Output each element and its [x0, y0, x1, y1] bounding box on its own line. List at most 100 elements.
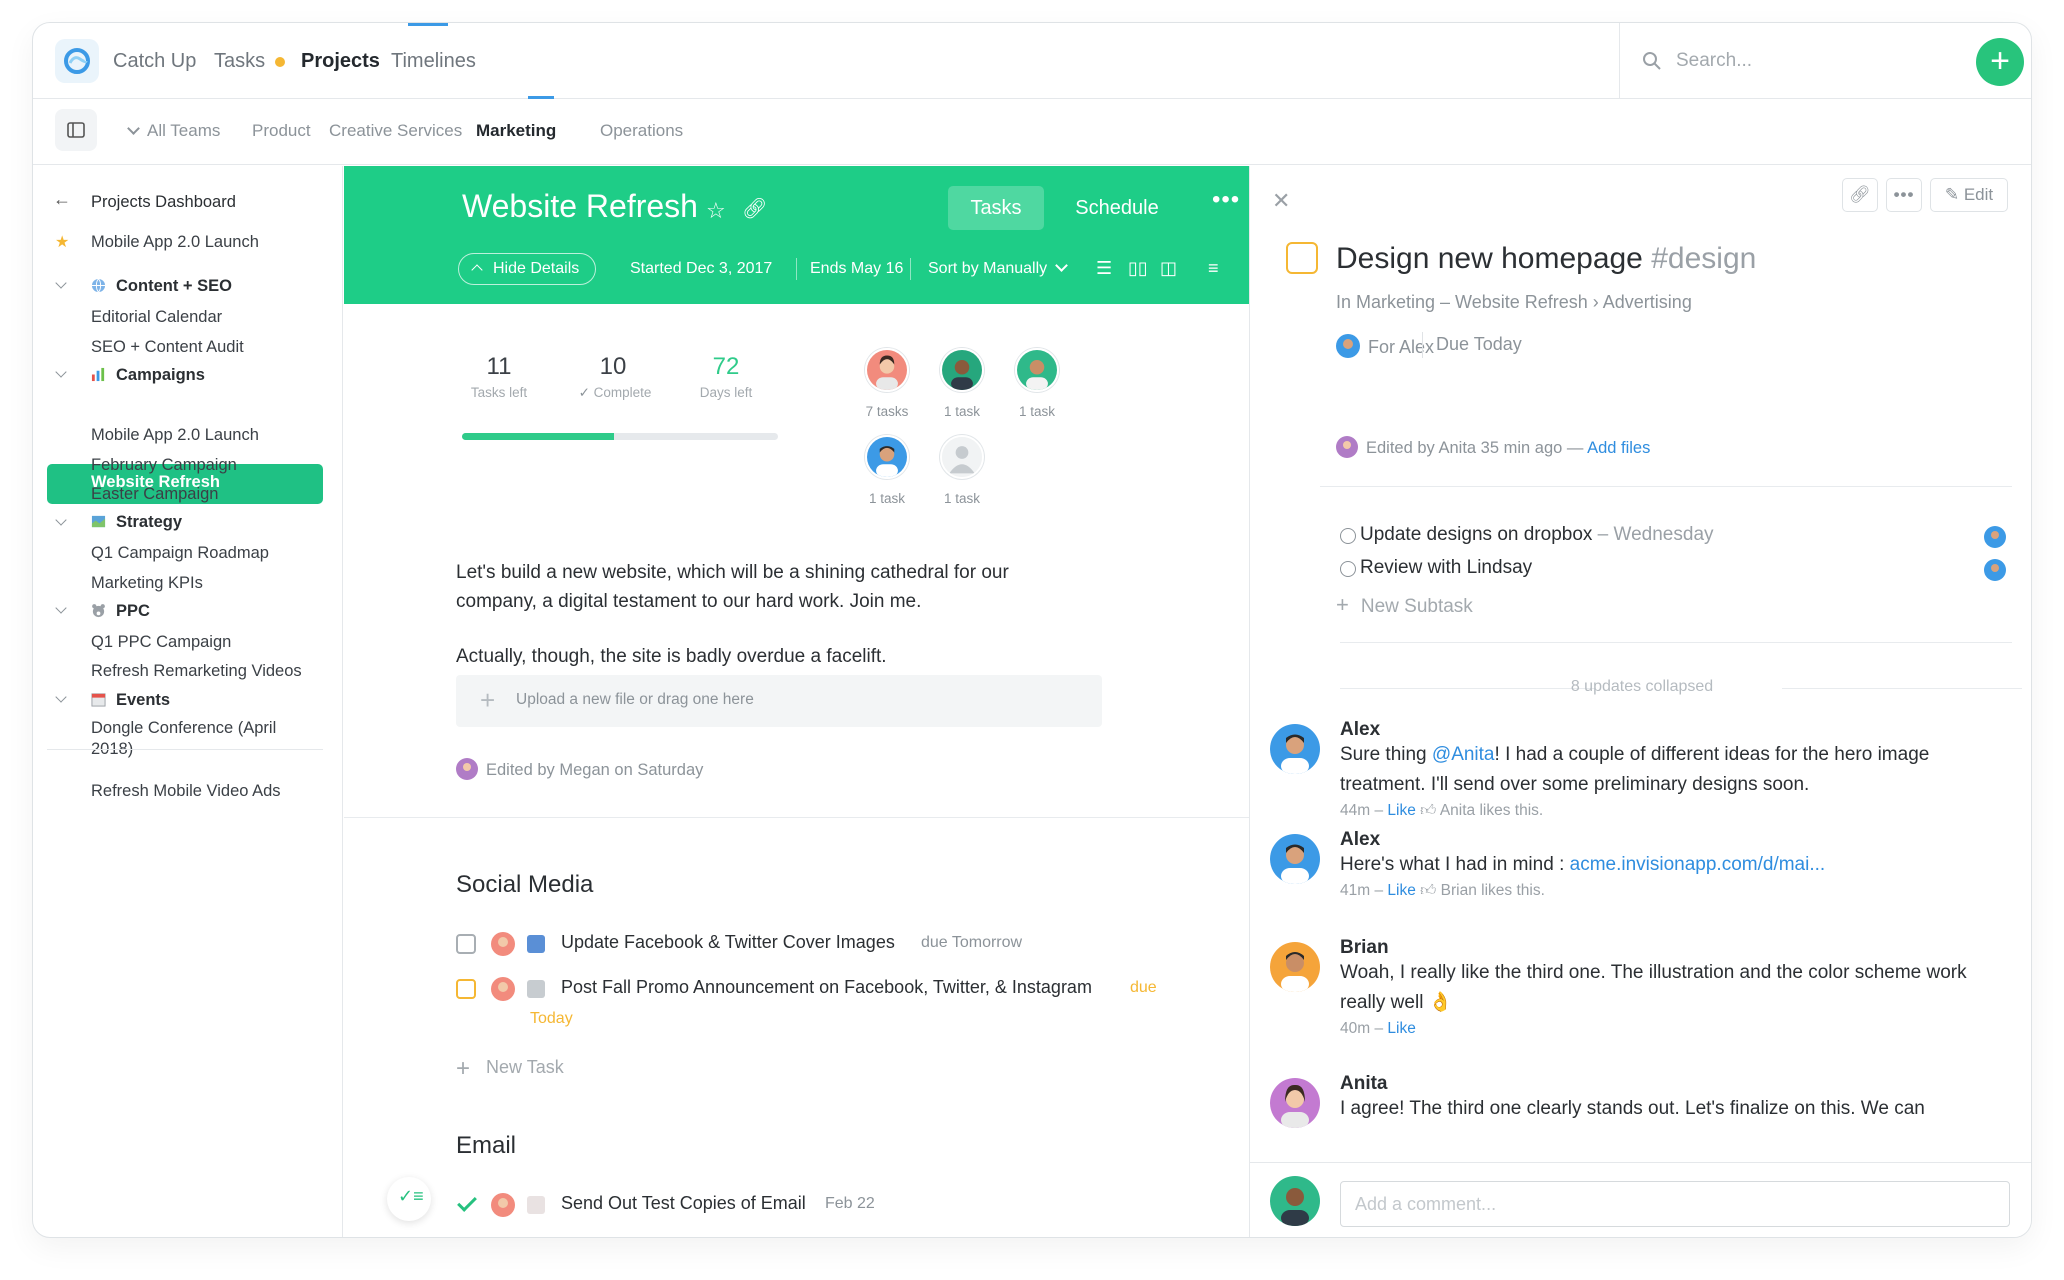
edit-button[interactable]: ✎ Edit — [1930, 178, 2008, 212]
avatar[interactable] — [1984, 559, 2006, 581]
comment-input[interactable] — [1340, 1181, 2010, 1227]
close-icon[interactable]: ✕ — [1272, 188, 1290, 214]
team-marketing[interactable]: Marketing — [476, 121, 556, 141]
unassigned-avatar[interactable] — [940, 435, 984, 479]
tab-timelines[interactable]: Timelines — [391, 50, 476, 73]
collapse-caret-icon[interactable] — [55, 366, 67, 378]
avatar[interactable] — [940, 348, 984, 392]
search-input[interactable] — [1676, 45, 1956, 77]
collapse-caret-icon[interactable] — [55, 277, 67, 289]
subtask-circle-icon[interactable] — [1340, 561, 1356, 577]
more-options-button[interactable]: ••• — [1886, 178, 1922, 212]
team-operations[interactable]: Operations — [600, 121, 683, 141]
like-button[interactable]: Like — [1387, 882, 1415, 899]
avatar[interactable] — [1015, 348, 1059, 392]
board-view-icon[interactable]: ▯▯ — [1128, 258, 1148, 279]
new-task-button[interactable]: + New Task — [456, 1055, 564, 1083]
divider — [1782, 688, 2022, 689]
sidebar-item-starred[interactable]: Mobile App 2.0 Launch — [91, 233, 259, 252]
tab-tasks-view[interactable]: Tasks — [948, 186, 1044, 230]
new-subtask-button[interactable]: + New Subtask — [1336, 592, 1473, 618]
sidebar-item-q1-roadmap[interactable]: Q1 Campaign Roadmap — [91, 544, 269, 563]
avatar[interactable] — [1270, 942, 1320, 992]
like-button[interactable]: Like — [1387, 1020, 1415, 1037]
assignee-task-count: 7 tasks — [865, 404, 909, 419]
team-product[interactable]: Product — [252, 121, 311, 141]
sidebar-divider — [47, 749, 323, 750]
task-title[interactable]: Send Out Test Copies of Email — [561, 1193, 806, 1214]
avatar[interactable] — [1984, 526, 2006, 548]
sidebar-item-dongle-conference[interactable]: Dongle Conference (April 2018) — [91, 718, 301, 760]
team-creative-services[interactable]: Creative Services — [329, 121, 462, 141]
sidebar-item-refresh-video-ads[interactable]: Refresh Mobile Video Ads — [91, 782, 281, 801]
url-link[interactable]: acme.invisionapp.com/d/mai... — [1570, 854, 1826, 875]
sidebar-item-seo-audit[interactable]: SEO + Content Audit — [91, 338, 244, 357]
task-breadcrumb[interactable]: In Marketing – Website Refresh › Adverti… — [1336, 292, 1692, 313]
collapse-caret-icon[interactable] — [55, 602, 67, 614]
sidebar-group-strategy[interactable]: Strategy — [91, 513, 182, 532]
avatar[interactable] — [1270, 1078, 1320, 1128]
sidebar-group-campaigns[interactable]: Campaigns — [91, 366, 205, 385]
mention-link[interactable]: @Anita — [1432, 744, 1495, 765]
assignee-field[interactable]: For Alex — [1336, 334, 1434, 358]
back-arrow-icon[interactable]: ← — [53, 189, 71, 210]
bear-icon — [92, 604, 105, 618]
sidebar-item-easter-campaign[interactable]: Easter Campaign — [91, 485, 218, 504]
add-files-link[interactable]: Add files — [1587, 439, 1650, 457]
sort-dropdown[interactable]: Sort by Manually — [928, 259, 1069, 278]
assignee-label: For Alex — [1368, 337, 1435, 357]
team-all[interactable]: All Teams — [127, 121, 221, 141]
tab-catch-up[interactable]: Catch Up — [113, 50, 196, 73]
sidebar-group-ppc[interactable]: PPC — [91, 602, 150, 621]
subtask-circle-icon[interactable] — [1340, 528, 1356, 544]
tab-schedule-view[interactable]: Schedule — [1062, 186, 1172, 230]
updates-collapsed[interactable]: 8 updates collapsed — [1250, 678, 2031, 696]
team-all-label: All Teams — [147, 121, 221, 140]
hide-details-button[interactable]: Hide Details — [458, 253, 597, 285]
task-due: Feb 22 — [825, 1195, 875, 1212]
task-title[interactable]: Post Fall Promo Announcement on Facebook… — [561, 977, 1092, 998]
link-icon[interactable]: 🔗︎ — [742, 196, 767, 221]
completed-check-icon[interactable] — [457, 1192, 477, 1212]
avatar[interactable] — [865, 348, 909, 392]
task-title[interactable]: Update Facebook & Twitter Cover Images — [561, 932, 895, 953]
task-tag[interactable]: #design — [1651, 242, 1756, 275]
avatar[interactable] — [491, 977, 515, 1001]
add-button[interactable]: + — [1976, 38, 2024, 86]
collapse-caret-icon[interactable] — [55, 514, 67, 526]
avatar[interactable] — [491, 932, 515, 956]
copy-link-button[interactable]: 🔗︎ — [1842, 178, 1878, 212]
like-button[interactable]: Like — [1387, 802, 1415, 819]
checklist-fab[interactable]: ✓≡ — [387, 1177, 431, 1221]
app-logo[interactable] — [55, 39, 99, 83]
more-options-icon[interactable]: ••• — [1212, 186, 1240, 214]
sidebar-item-mobile-app[interactable]: Mobile App 2.0 Launch — [91, 426, 259, 445]
avatar[interactable] — [865, 435, 909, 479]
panel-view-icon[interactable]: ◫ — [1160, 258, 1177, 279]
upload-dropzone[interactable]: + Upload a new file or drag one here — [456, 675, 1102, 727]
star-outline-icon[interactable]: ☆ — [706, 198, 726, 224]
sidebar-item-remarketing-videos[interactable]: Refresh Remarketing Videos — [91, 662, 302, 681]
filter-icon[interactable]: ≡ — [1208, 258, 1219, 279]
list-view-icon[interactable]: ☰ — [1096, 258, 1112, 279]
projects-dashboard-link[interactable]: Projects Dashboard — [91, 193, 236, 212]
collapse-caret-icon[interactable] — [55, 691, 67, 703]
subtask-item[interactable]: Review with Lindsay — [1360, 557, 1532, 579]
sidebar-group-content-seo[interactable]: Content + SEO — [91, 277, 232, 296]
subtask-item[interactable]: Update designs on dropbox – Wednesday — [1360, 524, 1714, 546]
avatar[interactable] — [1270, 834, 1320, 884]
sidebar-toggle-button[interactable] — [55, 109, 97, 151]
sidebar-item-editorial-calendar[interactable]: Editorial Calendar — [91, 308, 222, 327]
sidebar-item-marketing-kpis[interactable]: Marketing KPIs — [91, 574, 203, 593]
sidebar-item-february-campaign[interactable]: February Campaign — [91, 456, 237, 475]
task-checkbox[interactable] — [456, 934, 476, 954]
sidebar-item-q1-ppc[interactable]: Q1 PPC Campaign — [91, 633, 231, 652]
avatar[interactable] — [1270, 724, 1320, 774]
due-date-field[interactable]: Due Today — [1436, 334, 1522, 355]
tab-tasks[interactable]: Tasks — [214, 50, 286, 73]
sidebar-group-events[interactable]: Events — [91, 691, 170, 710]
task-checkbox[interactable] — [1286, 242, 1318, 274]
tab-projects[interactable]: Projects — [301, 50, 380, 73]
task-checkbox[interactable] — [456, 979, 476, 999]
avatar[interactable] — [491, 1193, 515, 1217]
